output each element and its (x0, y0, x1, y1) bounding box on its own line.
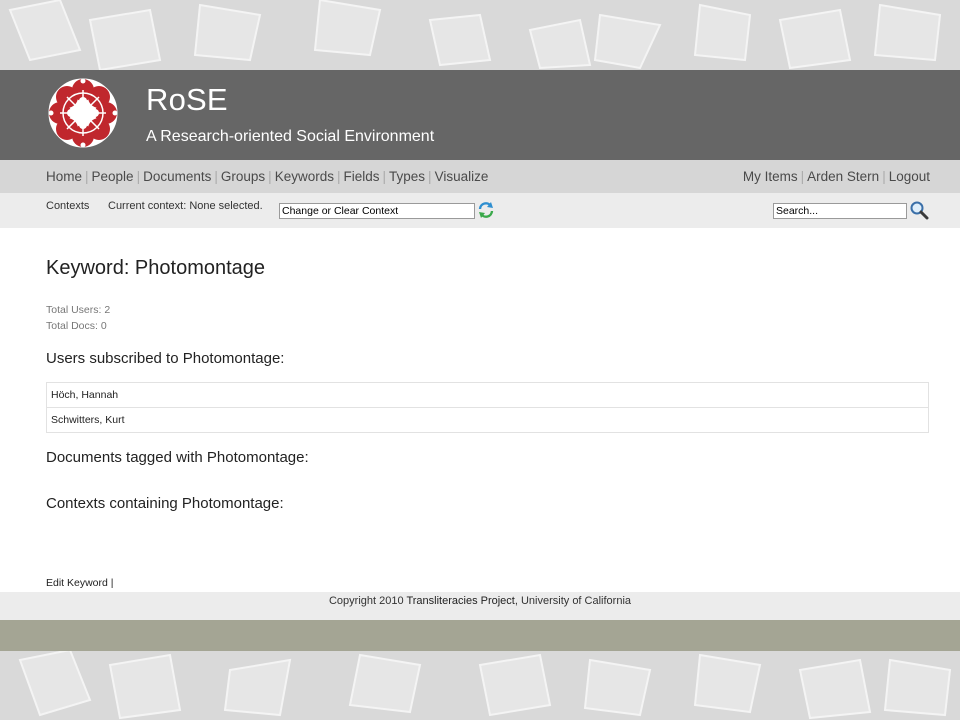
transliteracies-link[interactable]: Transliteracies Project (406, 595, 514, 607)
search-icon[interactable] (909, 200, 929, 220)
footer: Copyright 2010 Transliteracies Project, … (0, 592, 960, 620)
rose-logo-icon[interactable] (46, 76, 120, 150)
context-bar: Contexts Current context: None selected. (0, 193, 960, 228)
users-heading: Users subscribed to Photomontage: (46, 350, 285, 367)
nav-home[interactable]: Home (46, 169, 85, 184)
nav-people[interactable]: People (89, 169, 137, 184)
table-row: Höch, Hannah (46, 382, 929, 408)
edit-separator: | (110, 577, 114, 589)
nav-right: My Items | Arden Stern | Logout (740, 169, 930, 184)
nav-logout[interactable]: Logout (886, 169, 930, 184)
nav-fields[interactable]: Fields (340, 169, 382, 184)
copyright-text: Copyright 2010 Transliteracies Project, … (0, 595, 960, 607)
copyright-prefix: Copyright 2010 (328, 595, 407, 607)
total-users: Total Users: 2 (46, 304, 111, 316)
nav-left: Home | People | Documents | Groups | Keyword… (46, 169, 491, 184)
refresh-icon[interactable] (477, 201, 495, 219)
contexts-link[interactable]: Contexts (46, 200, 89, 212)
total-docs: Total Docs: 0 (46, 320, 107, 332)
context-select-input[interactable] (279, 203, 475, 219)
contexts-heading: Contexts containing Photomontage: (46, 495, 284, 512)
users-table: Höch, Hannah Schwitters, Kurt (46, 382, 929, 433)
nav-groups[interactable]: Groups (218, 169, 268, 184)
copyright-suffix: , University of California (514, 595, 632, 607)
nav-my-items[interactable]: My Items (740, 169, 801, 184)
current-context-text: Current context: None selected. (108, 200, 263, 212)
nav-types[interactable]: Types (386, 169, 428, 184)
site-header: RoSE A Research-oriented Social Environm… (0, 70, 960, 160)
page: RoSE A Research-oriented Social Environm… (0, 70, 960, 651)
page-title: Keyword: Photomontage (46, 257, 266, 279)
nav-user-name[interactable]: Arden Stern (804, 169, 882, 184)
user-link-schwitters[interactable]: Schwitters, Kurt (46, 407, 929, 433)
site-subtitle: A Research-oriented Social Environment (146, 128, 435, 145)
table-row: Schwitters, Kurt (46, 407, 929, 433)
nav-visualize[interactable]: Visualize (432, 169, 492, 184)
site-title: RoSE (146, 82, 228, 117)
search-input[interactable] (773, 203, 907, 219)
main-nav: Home | People | Documents | Groups | Keyword… (0, 160, 960, 193)
edit-keyword-link[interactable]: Edit Keyword (46, 577, 108, 589)
edit-row: Edit Keyword | (46, 577, 114, 589)
footer-band (0, 620, 960, 651)
documents-heading: Documents tagged with Photomontage: (46, 449, 309, 466)
nav-documents[interactable]: Documents (140, 169, 214, 184)
user-link-hoch[interactable]: Höch, Hannah (46, 382, 929, 408)
nav-keywords[interactable]: Keywords (272, 169, 337, 184)
main-content: Keyword: Photomontage Total Users: 2 Tot… (0, 228, 960, 592)
